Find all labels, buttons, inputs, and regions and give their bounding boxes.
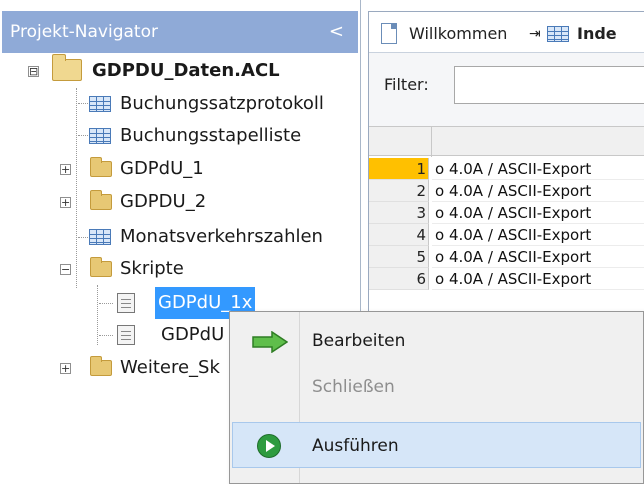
row-cell[interactable]: o 4.0A / ASCII-Export: [432, 224, 644, 246]
row-number[interactable]: 5: [369, 246, 429, 268]
folder-icon: [90, 356, 112, 376]
green-arrow-icon: [252, 331, 288, 353]
menu-item-bearbeiten[interactable]: Bearbeiten: [232, 318, 641, 364]
expand-icon[interactable]: +: [60, 363, 71, 374]
table-row[interactable]: 2 o 4.0A / ASCII-Export: [369, 180, 644, 202]
menu-item-schliessen[interactable]: Schließen: [232, 364, 641, 410]
tree-item-monatsverkehrszahlen[interactable]: Monatsverkehrszahlen: [0, 221, 358, 253]
expand-icon[interactable]: +: [60, 164, 71, 175]
tree-item-label: GDPdU_1: [120, 158, 204, 179]
menu-item-label: Ausführen: [312, 436, 399, 456]
tree-item-label: Buchungssatzprotokoll: [120, 93, 324, 114]
tree-item-gdpdu-2[interactable]: + GDPDU_2: [0, 186, 358, 218]
expand-icon[interactable]: +: [60, 197, 71, 208]
menu-item-label: Schließen: [312, 377, 395, 397]
table-row[interactable]: 6 o 4.0A / ASCII-Export: [369, 268, 644, 290]
tree-item-label: GDPDU_Daten.ACL: [92, 60, 280, 81]
play-icon: [257, 434, 281, 458]
tab-label: Willkommen: [409, 24, 508, 43]
row-number[interactable]: 1: [369, 158, 429, 180]
folder-icon: [90, 157, 112, 177]
row-cell[interactable]: o 4.0A / ASCII-Export: [432, 158, 644, 180]
table-icon: [89, 96, 111, 112]
table-row[interactable]: 5 o 4.0A / ASCII-Export: [369, 246, 644, 268]
table-row[interactable]: 4 o 4.0A / ASCII-Export: [369, 224, 644, 246]
tree-item-label: Buchungsstapelliste: [120, 125, 302, 146]
menu-item-label: Bearbeiten: [312, 331, 406, 351]
row-cell[interactable]: o 4.0A / ASCII-Export: [432, 180, 644, 202]
collapse-panel-button[interactable]: <: [329, 11, 344, 53]
table-icon: [89, 229, 111, 245]
row-number[interactable]: 2: [369, 180, 429, 202]
grid-header: [369, 126, 644, 157]
row-cell[interactable]: o 4.0A / ASCII-Export: [432, 202, 644, 224]
tree-item-label: GDPdU: [161, 324, 225, 345]
pin-icon[interactable]: ⇥: [529, 18, 541, 50]
collapse-icon[interactable]: ⊟: [28, 66, 39, 77]
tree-item-label: Skripte: [120, 258, 184, 279]
script-icon: [117, 293, 135, 313]
tree-item-label: Monatsverkehrszahlen: [120, 226, 323, 247]
navigator-header: Projekt-Navigator <: [2, 11, 358, 53]
table-icon: [89, 128, 111, 144]
column-divider: [431, 127, 432, 157]
context-menu: Bearbeiten Schließen Ausführen: [229, 311, 644, 484]
row-number[interactable]: 3: [369, 202, 429, 224]
data-grid: 1 o 4.0A / ASCII-Export 2 o 4.0A / ASCII…: [369, 126, 644, 316]
filter-label: Filter:: [384, 75, 429, 94]
row-cell[interactable]: o 4.0A / ASCII-Export: [432, 246, 644, 268]
script-icon: [117, 325, 135, 345]
tree-item-buchungssatzprotokoll[interactable]: Buchungssatzprotokoll: [0, 88, 358, 120]
tree-item-gdpdu-1[interactable]: + GDPdU_1: [0, 153, 358, 185]
row-number[interactable]: 6: [369, 268, 429, 290]
table-row[interactable]: 3 o 4.0A / ASCII-Export: [369, 202, 644, 224]
collapse-icon[interactable]: −: [60, 264, 71, 275]
tab-label: Inde: [577, 24, 617, 43]
menu-item-ausfuehren[interactable]: Ausführen: [232, 422, 641, 468]
table-row[interactable]: 1 o 4.0A / ASCII-Export: [369, 158, 644, 180]
tab-strip: Willkommen ⇥ Inde: [369, 12, 644, 53]
document-icon: [381, 23, 397, 44]
tree-item-buchungsstapelliste[interactable]: Buchungsstapelliste: [0, 120, 358, 152]
tree-item-label: Weitere_Sk: [120, 357, 220, 378]
row-cell[interactable]: o 4.0A / ASCII-Export: [432, 268, 644, 290]
table-icon: [547, 26, 569, 42]
folder-icon: [90, 257, 112, 277]
navigator-title: Projekt-Navigator: [10, 22, 158, 42]
row-number[interactable]: 4: [369, 224, 429, 246]
tree-item-label: GDPDU_2: [120, 191, 207, 212]
tree-item-skripte[interactable]: − Skripte: [0, 253, 358, 285]
filter-input[interactable]: [454, 66, 644, 104]
folder-icon: [90, 190, 112, 210]
project-folder-icon: [52, 54, 82, 81]
tree-item-project[interactable]: ⊟ GDPDU_Daten.ACL: [0, 54, 358, 87]
